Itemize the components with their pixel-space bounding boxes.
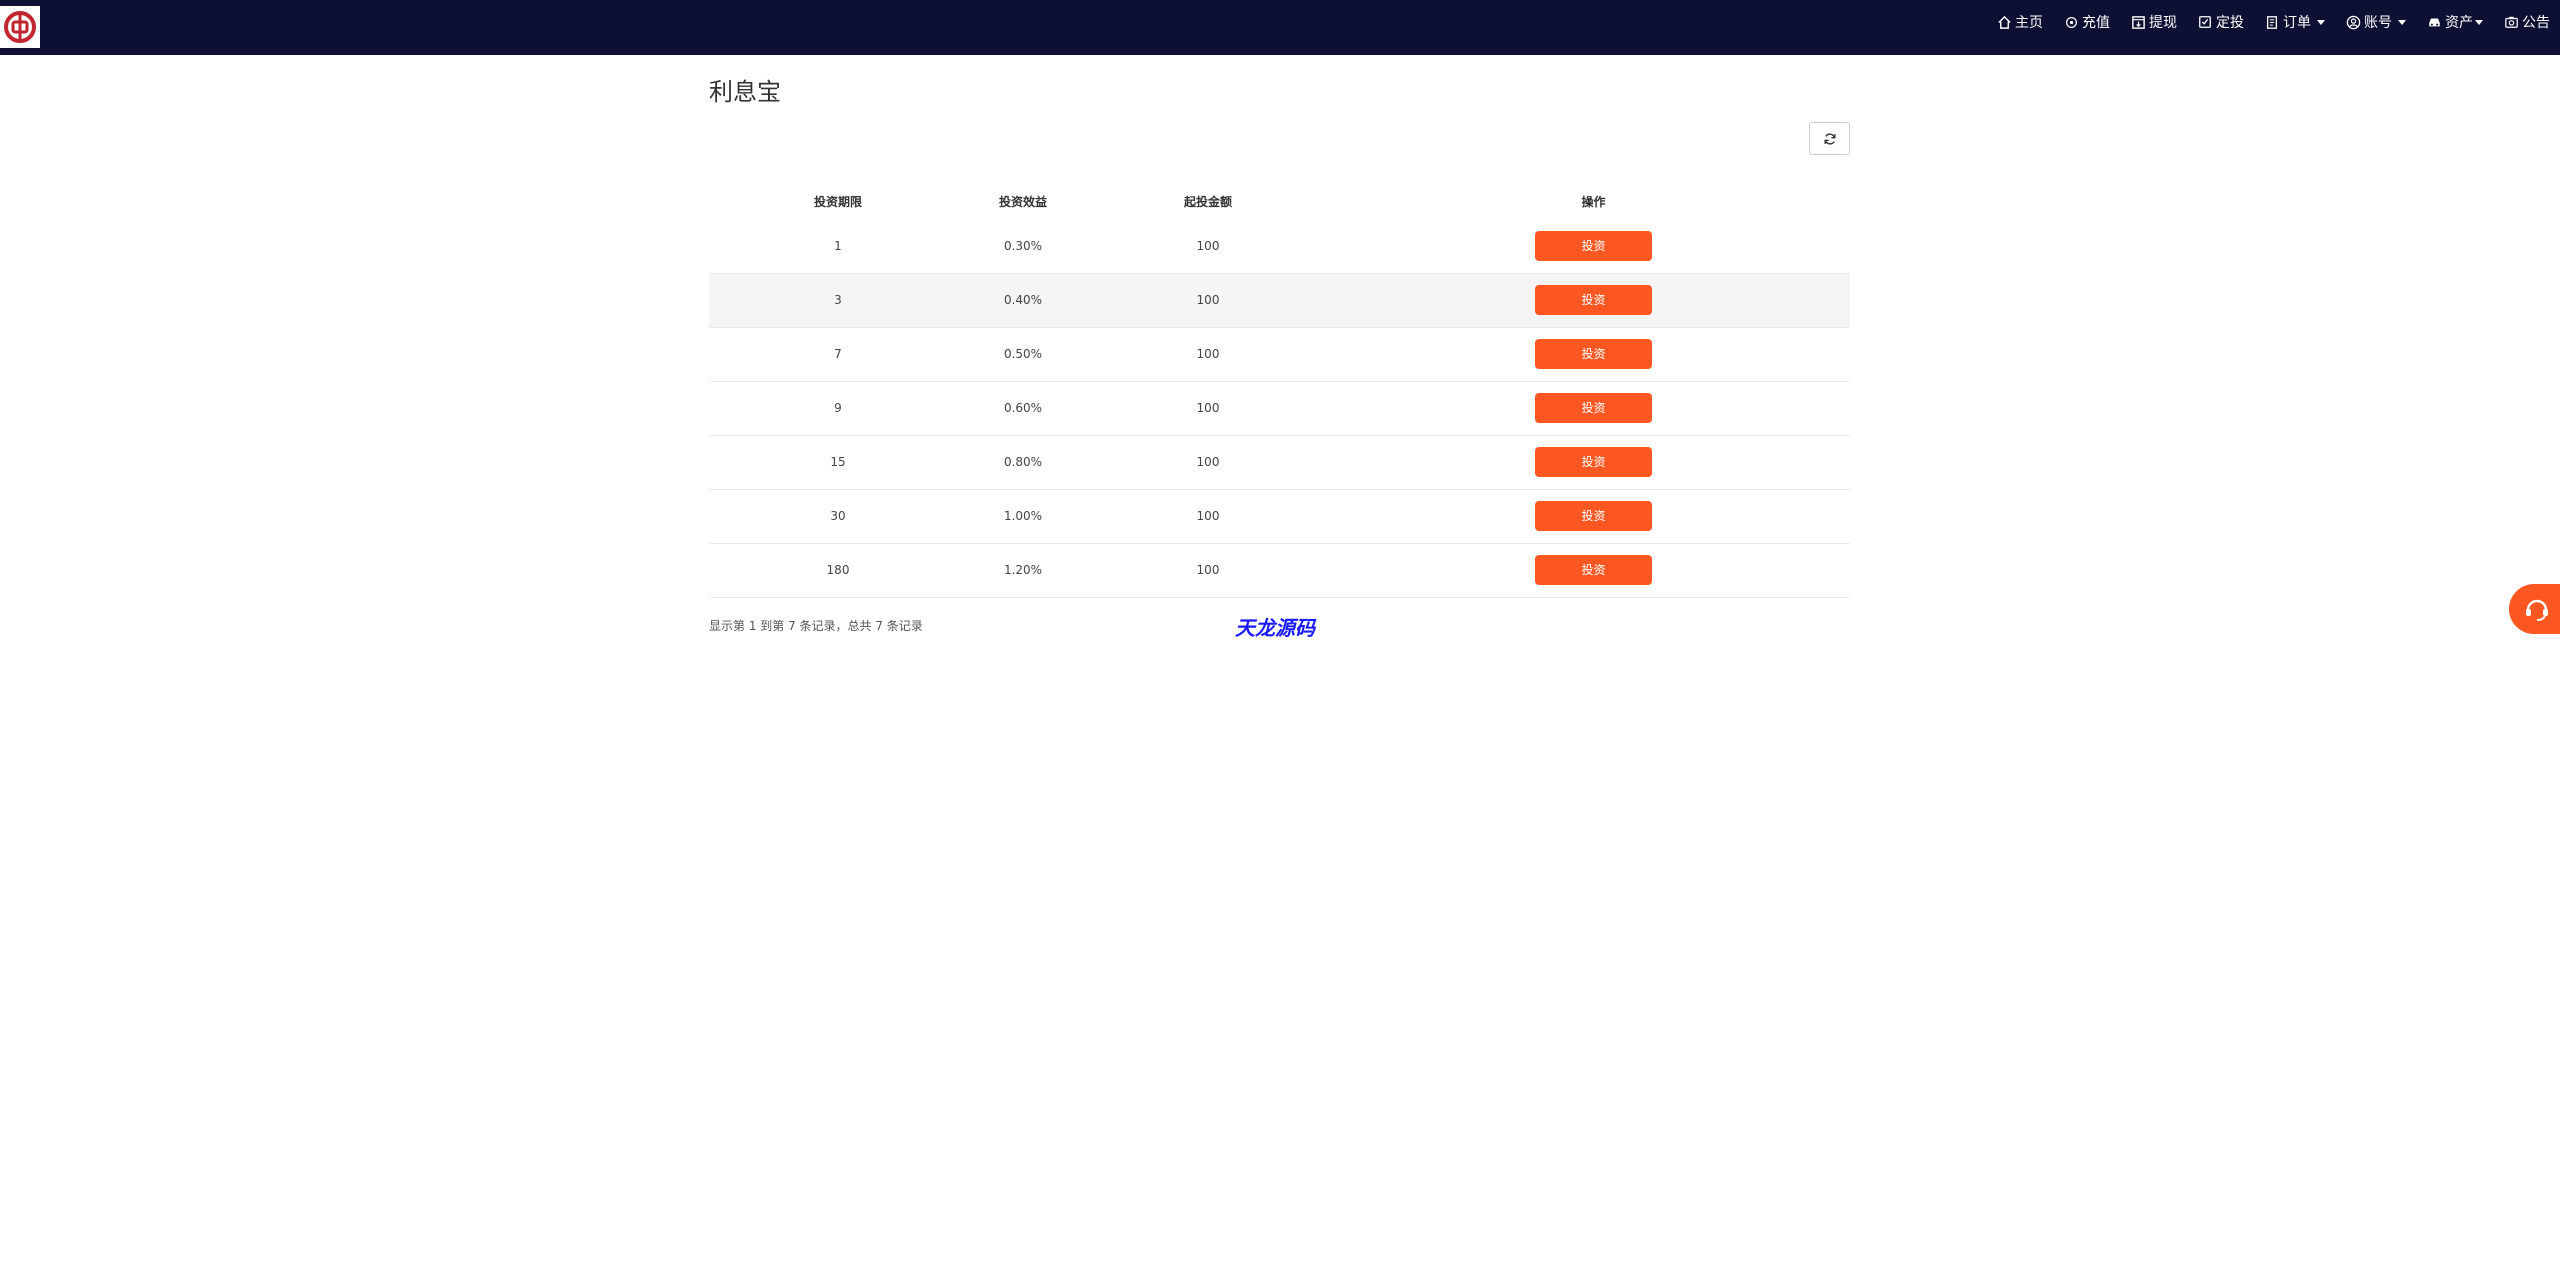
- headset-icon: [2526, 599, 2548, 621]
- nav-item-account[interactable]: 账号: [2335, 0, 2416, 44]
- table-header-row: 投资期限 投资效益 起投金额 操作: [709, 183, 1850, 219]
- car-icon: [2426, 14, 2442, 30]
- cell-amount: 100: [1079, 543, 1337, 598]
- investment-table: 投资期限 投资效益 起投金额 操作 1 0.30% 100 投资 3 0.40%…: [709, 183, 1850, 598]
- nav-item-label: 充值: [2082, 15, 2110, 31]
- table-row: 7 0.50% 100 投资: [709, 327, 1850, 382]
- invest-button[interactable]: 投资: [1535, 501, 1652, 531]
- user-circle-icon: [2345, 14, 2361, 30]
- cell-rate: 0.30%: [967, 219, 1079, 274]
- invest-button[interactable]: 投资: [1535, 555, 1652, 585]
- nav-item-label: 账号: [2364, 15, 2392, 31]
- nav-item-assets[interactable]: 资产: [2416, 0, 2493, 44]
- nav-menu: 主页 充值 提现 定投 订单 账号 资产 公告: [1986, 0, 2560, 44]
- cell-term: 1: [709, 219, 967, 274]
- cell-rate: 1.20%: [967, 543, 1079, 598]
- invest-button[interactable]: 投资: [1535, 447, 1652, 477]
- invest-button[interactable]: 投资: [1535, 393, 1652, 423]
- table-row: 30 1.00% 100 投资: [709, 489, 1850, 544]
- invest-button[interactable]: 投资: [1535, 230, 1652, 261]
- cell-amount: 100: [1079, 489, 1337, 544]
- cell-action: 投资: [1337, 489, 1850, 544]
- cell-action: 投资: [1337, 327, 1850, 382]
- nav-item-label: 提现: [2149, 15, 2177, 31]
- cell-term: 9: [709, 381, 967, 436]
- cell-term: 3: [709, 273, 967, 328]
- nav-item-label: 资产: [2445, 15, 2473, 31]
- nav-item-label: 订单: [2283, 15, 2311, 31]
- cell-amount: 100: [1079, 435, 1337, 490]
- table-row: 180 1.20% 100 投资: [709, 543, 1850, 598]
- column-header-rate[interactable]: 投资效益: [967, 183, 1079, 219]
- invest-button[interactable]: 投资: [1535, 339, 1652, 369]
- cell-action: 投资: [1337, 381, 1850, 436]
- table-row: 1 0.30% 100 投资: [709, 219, 1850, 274]
- cell-term: 30: [709, 489, 967, 544]
- cell-rate: 0.40%: [967, 273, 1079, 328]
- cell-amount: 100: [1079, 219, 1337, 274]
- document-icon: [2264, 14, 2280, 30]
- bank-logo-icon: [4, 11, 36, 43]
- cell-action: 投资: [1337, 435, 1850, 490]
- withdraw-icon: [2130, 14, 2146, 30]
- cell-rate: 1.00%: [967, 489, 1079, 544]
- bank-logo[interactable]: [0, 6, 40, 48]
- top-navbar: 主页 充值 提现 定投 订单 账号 资产 公告: [0, 0, 2560, 55]
- table-row: 15 0.80% 100 投资: [709, 435, 1850, 490]
- chevron-down-icon: [2475, 19, 2483, 25]
- chevron-down-icon: [2398, 19, 2406, 25]
- check-square-icon: [2197, 14, 2213, 30]
- customer-service-button[interactable]: [2509, 584, 2560, 634]
- cell-amount: 100: [1079, 273, 1337, 328]
- chevron-down-icon: [2317, 19, 2325, 25]
- nav-item-label: 主页: [2015, 15, 2043, 31]
- cell-rate: 0.50%: [967, 327, 1079, 382]
- home-icon: [1996, 14, 2012, 30]
- nav-item-orders[interactable]: 订单: [2254, 0, 2335, 44]
- cell-amount: 100: [1079, 381, 1337, 436]
- cell-action: 投资: [1337, 543, 1850, 598]
- watermark-text: 天龙源码: [1235, 616, 1315, 640]
- plus-circle-icon: [2063, 14, 2079, 30]
- table-row: 9 0.60% 100 投资: [709, 381, 1850, 436]
- nav-item-recharge[interactable]: 充值: [2053, 0, 2120, 44]
- cell-action: 投资: [1337, 273, 1850, 328]
- nav-item-fixed-invest[interactable]: 定投: [2187, 0, 2254, 44]
- invest-button[interactable]: 投资: [1535, 285, 1652, 315]
- page-title: 利息宝: [709, 78, 781, 106]
- column-header-action: 操作: [1581, 194, 1606, 209]
- column-header-amount[interactable]: 起投金额: [1079, 183, 1337, 219]
- cell-term: 7: [709, 327, 967, 382]
- table-row: 3 0.40% 100 投资: [709, 273, 1850, 328]
- refresh-button[interactable]: [1809, 122, 1850, 155]
- cell-term: 15: [709, 435, 967, 490]
- nav-item-announcements[interactable]: 公告: [2493, 0, 2560, 44]
- cell-rate: 0.80%: [967, 435, 1079, 490]
- pagination-info: 显示第 1 到第 7 条记录，总共 7 条记录: [709, 619, 923, 633]
- cell-term: 180: [709, 543, 967, 598]
- cell-rate: 0.60%: [967, 381, 1079, 436]
- nav-item-home[interactable]: 主页: [1986, 0, 2053, 44]
- cell-amount: 100: [1079, 327, 1337, 382]
- nav-item-label: 公告: [2522, 15, 2550, 31]
- nav-item-withdraw[interactable]: 提现: [2120, 0, 2187, 44]
- camera-icon: [2503, 14, 2519, 30]
- nav-item-label: 定投: [2216, 15, 2244, 31]
- refresh-icon: [1823, 132, 1836, 145]
- cell-action: 投资: [1337, 219, 1850, 274]
- column-header-term[interactable]: 投资期限: [709, 183, 967, 219]
